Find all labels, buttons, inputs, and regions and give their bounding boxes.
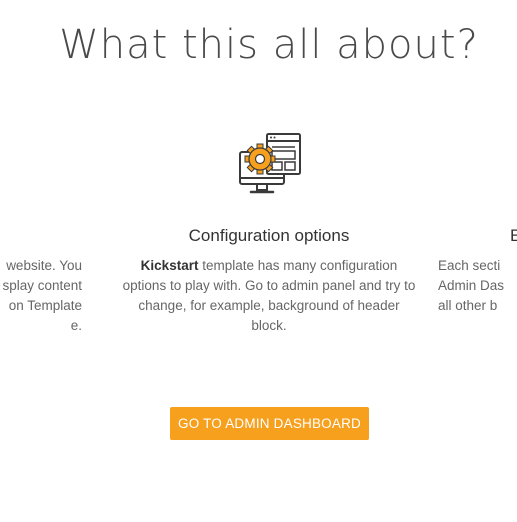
feature-title: Configuration options bbox=[188, 226, 350, 245]
right-feature-title: E bbox=[510, 226, 517, 245]
left-feature-line: splay content bbox=[2, 278, 82, 293]
config-monitor-gear-icon bbox=[237, 132, 303, 198]
right-feature-line: Each secti bbox=[438, 258, 501, 273]
left-feature-line: website. You bbox=[6, 258, 82, 273]
admin-dashboard-button[interactable]: GO TO ADMIN DASHBOARD bbox=[170, 407, 369, 440]
left-feature-line: e. bbox=[70, 318, 82, 333]
section-title: What this all about? bbox=[59, 22, 479, 68]
feature-brand-name: Kickstart bbox=[140, 258, 199, 273]
right-feature-line: Admin Das bbox=[438, 278, 505, 293]
left-feature-line: on Template bbox=[8, 298, 82, 313]
left-feature-text: website. You splay content on Template e… bbox=[0, 256, 82, 336]
right-feature-line: all other b bbox=[438, 298, 498, 313]
feature-description: Kickstart template has many configuratio… bbox=[121, 256, 417, 336]
right-feature-text: Each secti Admin Das all other b bbox=[438, 256, 517, 316]
